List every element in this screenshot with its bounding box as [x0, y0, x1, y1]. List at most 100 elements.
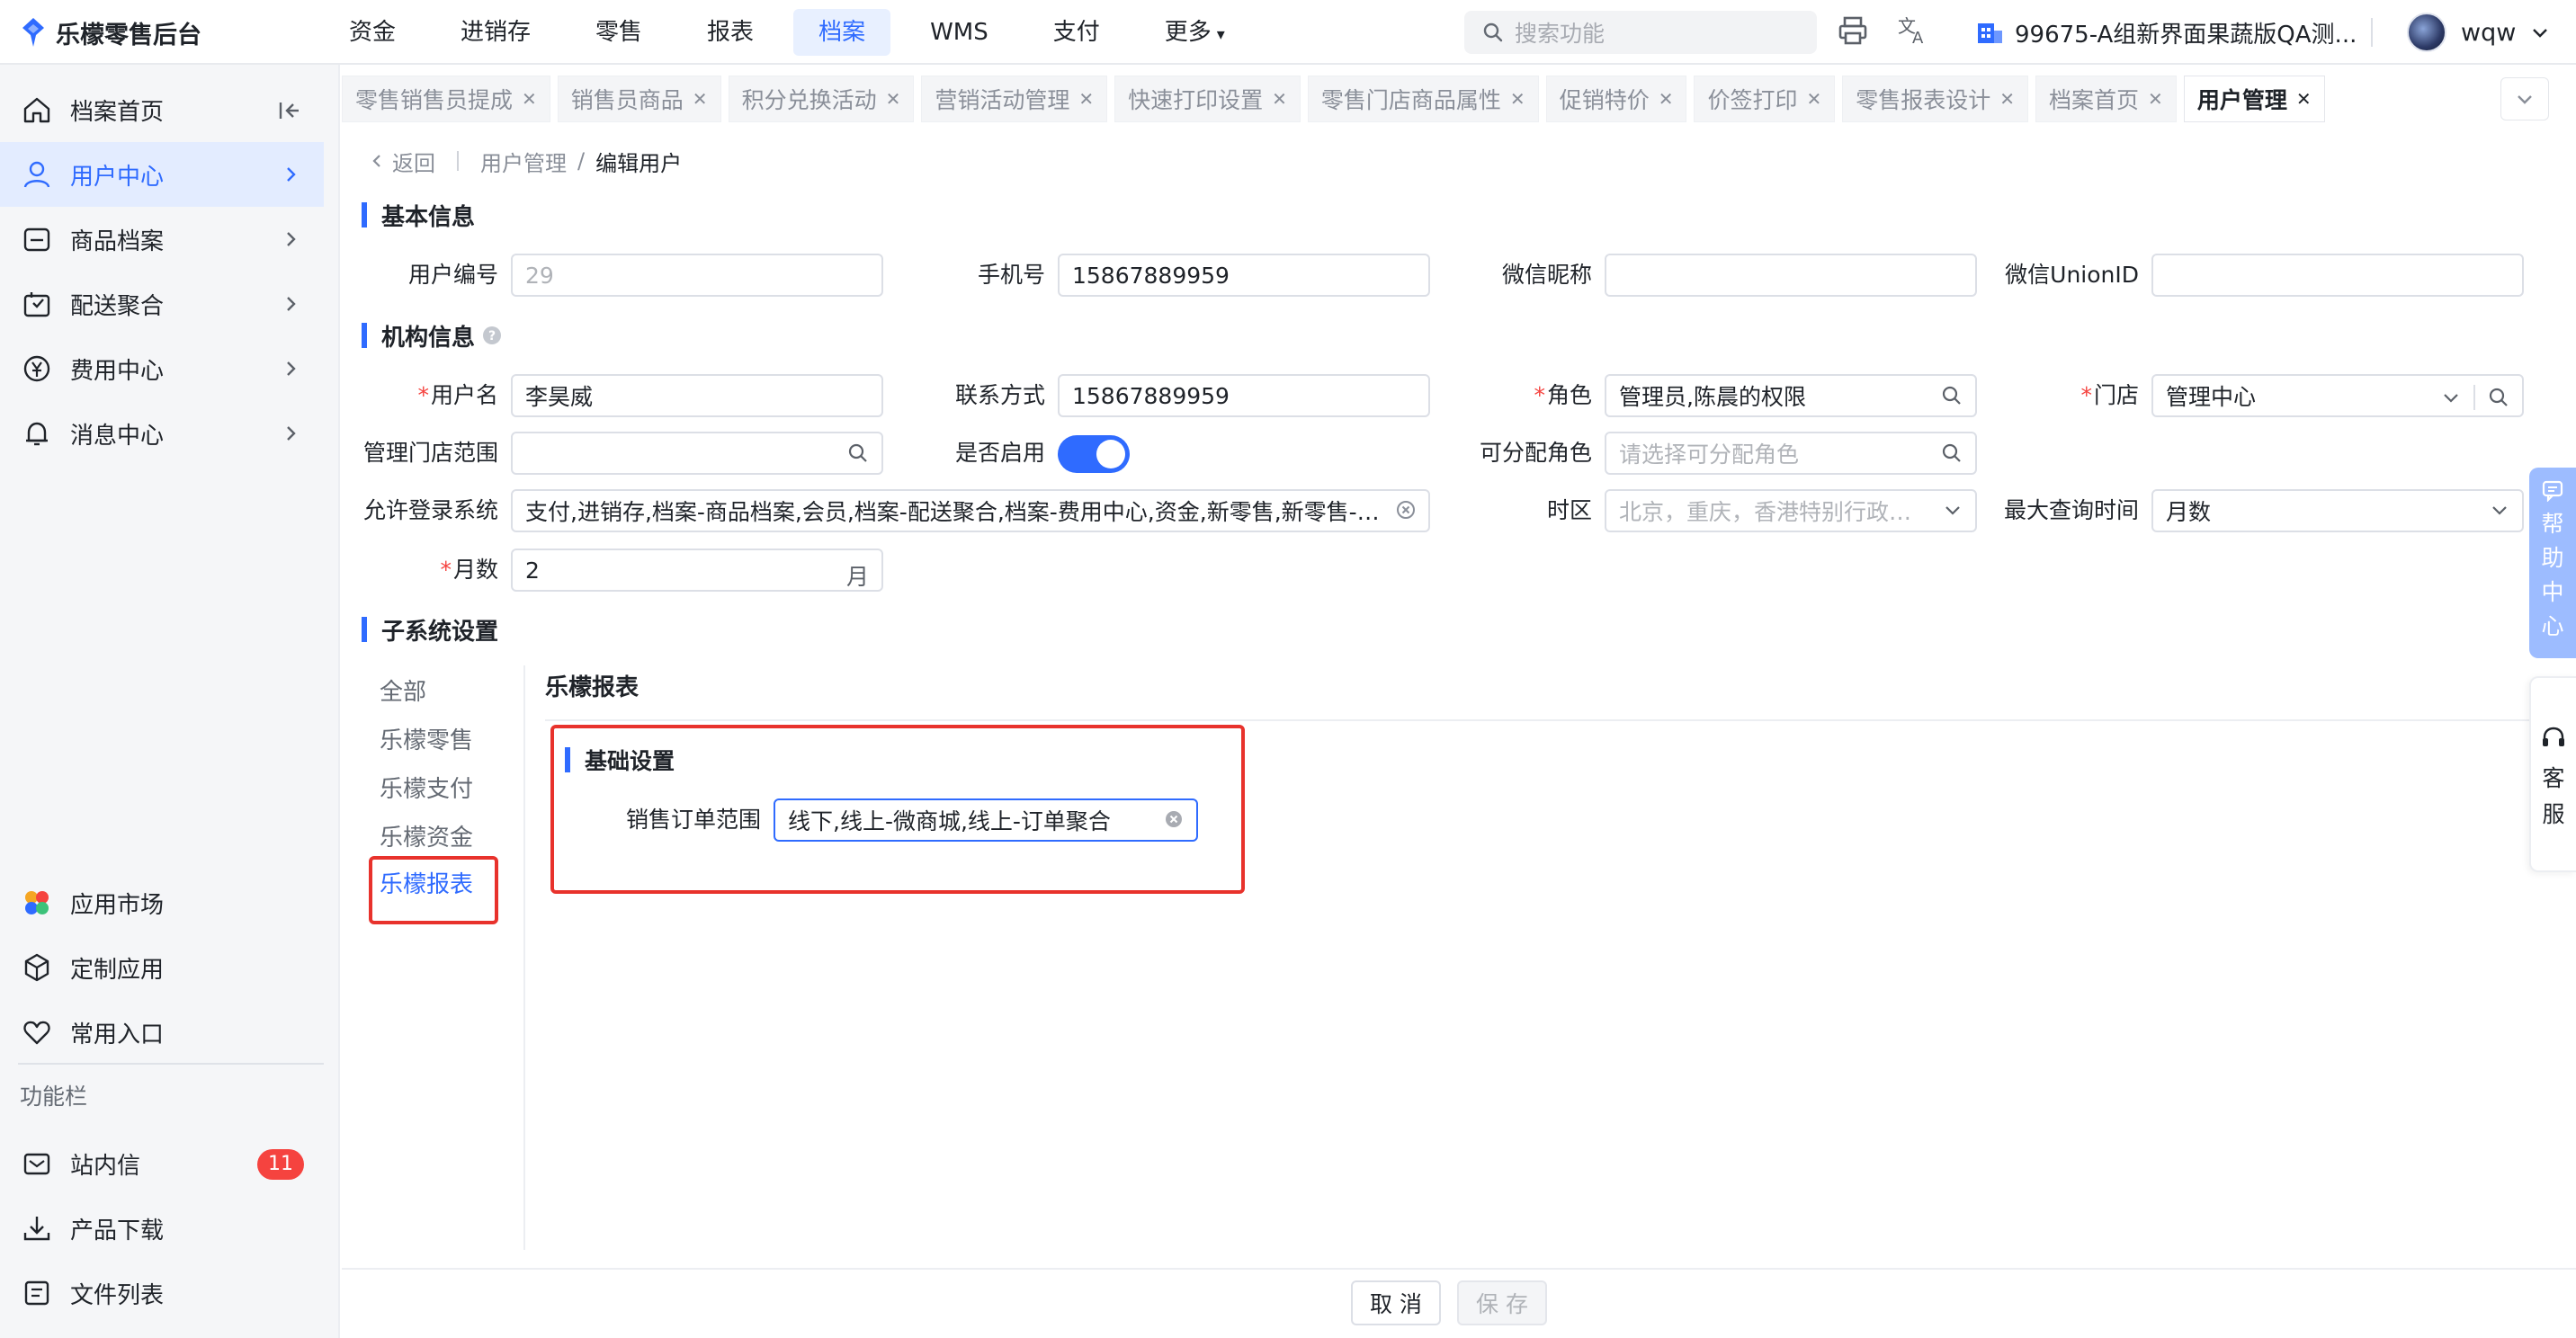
search-icon[interactable]: [847, 442, 869, 464]
save-button[interactable]: 保 存: [1457, 1280, 1547, 1325]
sidebar-item-user-center[interactable]: 用户中心: [0, 142, 324, 207]
tab-archive-home[interactable]: 档案首页 ✕: [2035, 76, 2177, 122]
cancel-button[interactable]: 取 消: [1351, 1280, 1441, 1325]
assignable-role-field[interactable]: 请选择可分配角色: [1605, 432, 1977, 475]
search-icon[interactable]: [1941, 385, 1963, 406]
contact-field[interactable]: 15867889959: [1058, 374, 1430, 417]
topnav-item-archive[interactable]: 档案: [793, 9, 891, 56]
chevron-down-icon[interactable]: [2441, 388, 2461, 407]
tab-promo-price[interactable]: 促销特价 ✕: [1545, 76, 1687, 122]
sidebar-item-product-archive[interactable]: 商品档案: [0, 207, 324, 272]
chevron-down-icon[interactable]: [1943, 500, 1963, 520]
topnav-item-inventory[interactable]: 进销存: [435, 9, 556, 56]
months-field[interactable]: 2 月: [511, 549, 883, 592]
topnav-item-pay[interactable]: 支付: [1028, 9, 1125, 56]
sidebar-item-file-list[interactable]: 文件列表: [0, 1261, 324, 1325]
max-query-select[interactable]: 月数: [2151, 489, 2524, 532]
separator: [2473, 385, 2475, 410]
brand-name: 乐檬零售后台: [56, 21, 201, 49]
max-query-label: 最大查询时间: [2003, 497, 2139, 523]
close-icon[interactable]: ✕: [522, 88, 537, 110]
clear-icon[interactable]: [1396, 500, 1416, 520]
phone-label: 手机号: [977, 262, 1045, 288]
tab-label-print[interactable]: 价签打印 ✕: [1694, 76, 1836, 122]
tab-marketing[interactable]: 营销活动管理 ✕: [921, 76, 1108, 122]
topnav-item-wms[interactable]: WMS: [905, 9, 1014, 56]
help-char: 助: [2541, 545, 2564, 571]
close-icon[interactable]: ✕: [693, 88, 708, 110]
close-icon[interactable]: ✕: [1078, 88, 1094, 110]
tab-salesman-products[interactable]: 销售员商品 ✕: [557, 76, 721, 122]
func-section-title: 功能栏: [20, 1084, 88, 1110]
help-circle-icon[interactable]: ?: [482, 326, 502, 345]
tab-quick-print[interactable]: 快速打印设置 ✕: [1114, 76, 1301, 122]
chevron-down-icon[interactable]: [2490, 500, 2509, 520]
topnav-item-more[interactable]: 更多 ▾: [1140, 9, 1250, 56]
sidebar-item-delivery[interactable]: 配送聚合: [0, 272, 324, 336]
enabled-label: 是否启用: [954, 440, 1045, 466]
wechat-unionid-field[interactable]: [2151, 254, 2524, 297]
subnav-item-pay[interactable]: 乐檬支付: [380, 772, 473, 807]
search-input[interactable]: 搜索功能: [1464, 11, 1817, 54]
enabled-toggle[interactable]: [1058, 435, 1130, 473]
tab-report-design[interactable]: 零售报表设计 ✕: [1842, 76, 2029, 122]
translate-icon[interactable]: 文A: [1896, 13, 1932, 49]
sidebar-item-favorites[interactable]: 常用入口: [0, 1000, 324, 1065]
close-icon[interactable]: ✕: [2296, 88, 2312, 110]
close-icon[interactable]: ✕: [886, 88, 901, 110]
printer-icon[interactable]: [1837, 14, 1869, 47]
topnav-item-funds[interactable]: 资金: [324, 9, 421, 56]
sidebar-item-expense[interactable]: 费用中心: [0, 336, 324, 401]
tabs-overflow-button[interactable]: [2500, 77, 2549, 120]
section-title-text: 机构信息: [381, 324, 476, 352]
username-field[interactable]: 李昊威: [511, 374, 883, 417]
tab-points-exchange[interactable]: 积分兑换活动 ✕: [728, 76, 915, 122]
svg-text:A: A: [1912, 29, 1924, 48]
collapse-sidebar-icon[interactable]: [277, 99, 300, 129]
timezone-select[interactable]: 北京，重庆，香港特别行政区...: [1605, 489, 1977, 532]
topnav-item-reports[interactable]: 报表: [682, 9, 779, 56]
store-select[interactable]: 管理中心: [2151, 374, 2524, 417]
login-system-select[interactable]: 支付,进销存,档案-商品档案,会员,档案-配送聚合,档案-费用中心,资金,新零售…: [511, 489, 1430, 532]
sales-order-scope-select[interactable]: 线下,线上-微商城,线上-订单聚合: [774, 798, 1198, 842]
clear-icon[interactable]: [1164, 809, 1184, 829]
close-icon[interactable]: ✕: [1806, 88, 1821, 110]
tab-store-product-attr[interactable]: 零售门店商品属性 ✕: [1307, 76, 1539, 122]
close-icon[interactable]: ✕: [1659, 88, 1674, 110]
tab-label: 快速打印设置: [1128, 87, 1264, 113]
search-icon[interactable]: [2488, 387, 2509, 408]
role-field[interactable]: 管理员,陈晨的权限: [1605, 374, 1977, 417]
subnav-item-all[interactable]: 全部: [380, 674, 426, 710]
close-icon[interactable]: ✕: [2148, 88, 2163, 110]
customer-service-button[interactable]: 客 服: [2529, 676, 2576, 872]
tab-sales-commission[interactable]: 零售销售员提成 ✕: [342, 76, 550, 122]
sidebar-item-archive-home[interactable]: 档案首页: [0, 77, 324, 142]
back-link[interactable]: 返回: [369, 146, 435, 177]
sidebar-item-custom-app[interactable]: 定制应用: [0, 935, 324, 1000]
search-icon[interactable]: [1941, 442, 1963, 464]
tab-label: 零售销售员提成: [355, 87, 514, 113]
sidebar-item-message[interactable]: 消息中心: [0, 401, 324, 466]
subnav-item-retail[interactable]: 乐檬零售: [380, 723, 473, 759]
user-menu[interactable]: wqw: [2407, 9, 2550, 56]
tab-user-management[interactable]: 用户管理 ✕: [2183, 76, 2325, 122]
sidebar-item-downloads[interactable]: 产品下载: [0, 1196, 324, 1261]
sidebar-item-inbox[interactable]: 站内信 11: [0, 1131, 324, 1196]
help-center-button[interactable]: 帮 助 中 心: [2529, 468, 2576, 658]
subnav-item-funds[interactable]: 乐檬资金: [380, 820, 473, 856]
sidebar-item-app-market[interactable]: 应用市场: [0, 870, 324, 935]
store-scope-field[interactable]: [511, 432, 883, 475]
chevron-right-icon: [281, 228, 300, 255]
wechat-nick-field[interactable]: [1605, 254, 1977, 297]
help-char: 中: [2541, 579, 2564, 605]
phone-field[interactable]: 15867889959: [1058, 254, 1430, 297]
close-icon[interactable]: ✕: [1999, 88, 2015, 110]
close-icon[interactable]: ✕: [1510, 88, 1525, 110]
tab-label: 积分兑换活动: [741, 87, 877, 113]
breadcrumb-parent[interactable]: 用户管理: [480, 146, 567, 177]
close-icon[interactable]: ✕: [1272, 88, 1287, 110]
topnav-item-retail[interactable]: 零售: [570, 9, 667, 56]
unread-count-badge: 11: [257, 1149, 304, 1180]
brand-logo[interactable]: 乐檬零售后台: [22, 14, 201, 50]
org-switcher[interactable]: 99675-A组新界面果蔬版QA测...: [1975, 13, 2357, 52]
